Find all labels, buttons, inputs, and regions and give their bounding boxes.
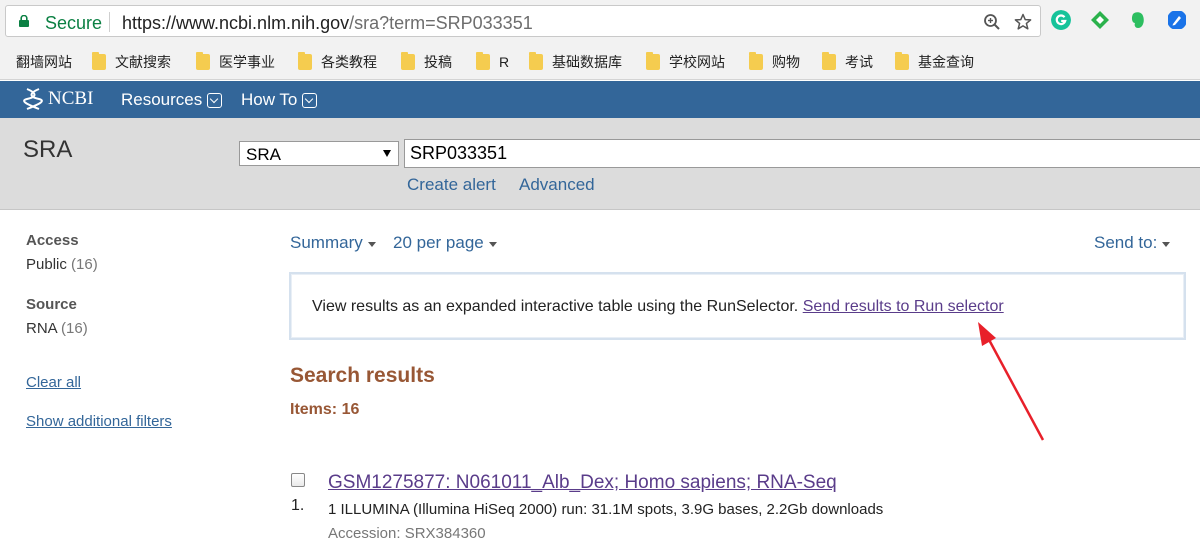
bookmark-folder[interactable]: 基础数据库 xyxy=(529,52,622,72)
facet-item-public[interactable]: Public (16) xyxy=(26,256,98,273)
bookmark-folder[interactable]: 考试 xyxy=(822,52,873,72)
search-bar-section: SRA SRA Create alert Advanced xyxy=(0,118,1200,210)
facet-item-rna[interactable]: RNA (16) xyxy=(26,320,88,337)
database-title: SRA xyxy=(23,136,73,163)
facet-title-source: Source xyxy=(26,296,77,313)
folder-icon xyxy=(895,52,909,70)
nav-resources[interactable]: Resources xyxy=(121,90,223,110)
bookmark-label: 各类教程 xyxy=(321,54,377,70)
bookmark-folder[interactable]: 投稿 xyxy=(401,52,452,72)
bookmark-label: R xyxy=(499,54,510,70)
chevron-down-icon xyxy=(302,92,318,108)
browser-toolbar: Secure https://www.ncbi.nlm.nih.gov/sra?… xyxy=(0,0,1200,42)
result-index: 1. xyxy=(291,497,305,514)
send-to-run-selector-link[interactable]: Send results to Run selector xyxy=(803,298,1004,315)
omnibox-divider xyxy=(109,12,110,32)
bookmark-label: 翻墙网站 xyxy=(16,54,72,70)
facet-item-label: Public xyxy=(26,256,67,273)
format-dropdown[interactable]: Summary xyxy=(290,233,376,253)
per-page-label: 20 per page xyxy=(393,233,484,252)
caret-down-icon xyxy=(488,242,497,247)
folder-icon xyxy=(298,52,312,70)
folder-icon xyxy=(196,52,210,70)
caret-down-icon xyxy=(1162,242,1171,247)
caret-down-icon xyxy=(367,242,376,247)
bookmark-label: 购物 xyxy=(772,54,800,70)
result-checkbox[interactable] xyxy=(291,473,305,487)
bookmark-folder[interactable]: 学校网站 xyxy=(646,52,725,72)
facet-item-count: (16) xyxy=(71,256,98,273)
chevron-down-icon xyxy=(207,92,223,108)
run-selector-text: View results as an expanded interactive … xyxy=(312,298,799,315)
ncbi-logo-text: NCBI xyxy=(48,88,94,109)
folder-icon xyxy=(646,52,660,70)
folder-icon xyxy=(92,52,106,70)
zoom-icon[interactable] xyxy=(983,13,1001,31)
advanced-link[interactable]: Advanced xyxy=(519,175,595,195)
url-text[interactable]: https://www.ncbi.nlm.nih.gov/sra?term=SR… xyxy=(122,13,533,34)
result-accession: Accession: SRX384360 xyxy=(328,525,486,542)
nav-label: Resources xyxy=(121,90,203,109)
dropdown-arrow-icon xyxy=(383,150,391,157)
address-bar[interactable]: Secure https://www.ncbi.nlm.nih.gov/sra?… xyxy=(5,5,1041,37)
bookmark-label: 考试 xyxy=(845,54,873,70)
format-label: Summary xyxy=(290,233,363,252)
bookmarks-bar: 翻墙网站 文献搜索 医学事业 各类教程 投稿 R 基础数据库 学校网站 购物 考… xyxy=(0,42,1200,80)
create-alert-link[interactable]: Create alert xyxy=(407,175,496,195)
facet-item-count: (16) xyxy=(61,320,88,337)
send-to-dropdown[interactable]: Send to: xyxy=(1094,233,1171,253)
star-icon[interactable] xyxy=(1014,13,1032,31)
database-select[interactable]: SRA xyxy=(239,141,399,166)
send-to-label: Send to: xyxy=(1094,233,1158,252)
feedly-icon[interactable] xyxy=(1090,10,1110,30)
url-path: /sra?term=SRP033351 xyxy=(349,13,533,33)
bookmark-label: 医学事业 xyxy=(219,54,275,70)
bookmark-folder[interactable]: 各类教程 xyxy=(298,52,377,72)
result-description: 1 ILLUMINA (Illumina HiSeq 2000) run: 31… xyxy=(328,501,884,518)
evernote-icon[interactable] xyxy=(1128,10,1148,30)
bookmark-label: 投稿 xyxy=(424,54,452,70)
bookmark-folder[interactable]: 基金查询 xyxy=(895,52,974,72)
folder-icon xyxy=(476,52,490,70)
ncbi-logo[interactable]: NCBI xyxy=(22,87,93,111)
results-heading: Search results xyxy=(290,364,435,387)
show-additional-filters-link[interactable]: Show additional filters xyxy=(26,413,172,430)
search-input[interactable] xyxy=(404,139,1200,168)
run-selector-box: View results as an expanded interactive … xyxy=(289,272,1186,340)
facet-title-access: Access xyxy=(26,232,79,249)
bookmark-folder[interactable]: R xyxy=(476,52,509,72)
folder-icon xyxy=(749,52,763,70)
per-page-dropdown[interactable]: 20 per page xyxy=(393,233,497,253)
url-host: https://www.ncbi.nlm.nih.gov xyxy=(122,13,350,33)
folder-icon xyxy=(401,52,415,70)
database-select-value: SRA xyxy=(246,145,281,164)
result-title-link[interactable]: GSM1275877: N061011_Alb_Dex; Homo sapien… xyxy=(328,472,837,494)
bookmark-label: 文献搜索 xyxy=(115,54,171,70)
lock-icon xyxy=(19,15,29,27)
folder-icon xyxy=(529,52,543,70)
ncbi-header: NCBI Resources How To xyxy=(0,81,1200,118)
folder-icon xyxy=(822,52,836,70)
nav-label: How To xyxy=(241,90,298,109)
dna-helix-icon xyxy=(23,88,43,110)
bookmark-folder[interactable]: 翻墙网站 xyxy=(0,52,72,72)
bookmark-label: 基础数据库 xyxy=(552,54,622,70)
clear-all-link[interactable]: Clear all xyxy=(26,374,81,391)
bookmark-folder[interactable]: 购物 xyxy=(749,52,800,72)
secure-label: Secure xyxy=(45,13,103,33)
run-selector-message: View results as an expanded interactive … xyxy=(312,298,1004,316)
grammarly-icon[interactable] xyxy=(1051,10,1071,30)
bookmark-label: 基金查询 xyxy=(918,54,974,70)
bookmark-folder[interactable]: 文献搜索 xyxy=(92,52,171,72)
extension-icon[interactable] xyxy=(1167,10,1187,30)
nav-how-to[interactable]: How To xyxy=(241,90,318,110)
facet-item-label: RNA xyxy=(26,320,57,337)
bookmark-folder[interactable]: 医学事业 xyxy=(196,52,275,72)
items-count: Items: 16 xyxy=(290,401,360,418)
bookmark-label: 学校网站 xyxy=(669,54,725,70)
